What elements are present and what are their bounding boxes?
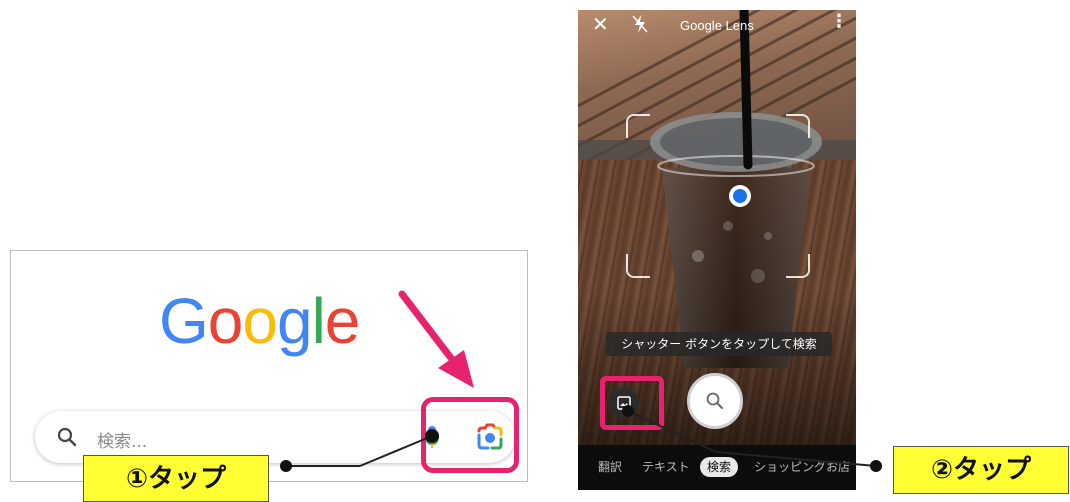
lens-mode-tabs: 翻訳 テキスト 検索 ショッピング お店 — [578, 445, 856, 490]
frame-corner-tr — [786, 114, 810, 138]
step2-label: ②タップ — [893, 446, 1069, 494]
tab-search[interactable]: 検索 — [700, 457, 739, 477]
tab-places[interactable]: お店 — [826, 457, 850, 477]
shutter-hint-tooltip: シャッター ボタンをタップして検索 — [606, 332, 832, 356]
google-app-panel: Google 検索... — [10, 250, 528, 482]
shutter-search-button[interactable] — [687, 373, 743, 429]
logo-letter-4: g — [276, 285, 313, 357]
search-icon — [57, 427, 77, 447]
close-icon[interactable]: ✕ — [592, 14, 609, 34]
lens-phone-screen: ✕ Google Lens ⋮ シャッター ボタンをタップして検索 翻訳 テキス… — [578, 10, 856, 490]
logo-letter-6: e — [324, 285, 361, 357]
focus-point-dot — [729, 185, 751, 207]
shutter-search-icon — [706, 392, 723, 409]
frame-corner-br — [786, 254, 810, 278]
black-straw — [739, 10, 753, 170]
lens-title: Google Lens — [680, 18, 754, 33]
tab-translate[interactable]: 翻訳 — [598, 457, 622, 477]
tab-text[interactable]: テキスト — [642, 457, 690, 477]
logo-letter-3: o — [242, 285, 278, 357]
logo-letter-1: G — [159, 285, 209, 357]
highlight-box-lens — [421, 397, 519, 473]
camera-viewfinder[interactable]: ✕ Google Lens ⋮ シャッター ボタンをタップして検索 — [578, 10, 856, 445]
logo-letter-2: o — [207, 285, 244, 357]
search-placeholder: 検索... — [97, 432, 148, 452]
flash-off-icon[interactable] — [632, 14, 648, 34]
frame-corner-tl — [626, 114, 650, 138]
google-logo: Google — [159, 285, 361, 357]
highlight-box-gallery — [600, 376, 664, 430]
logo-letter-5: l — [311, 285, 326, 357]
step1-label: ①タップ — [83, 455, 269, 502]
frame-corner-bl — [626, 254, 650, 278]
tab-shopping[interactable]: ショッピング — [754, 457, 826, 477]
more-options-icon[interactable]: ⋮ — [830, 12, 848, 32]
